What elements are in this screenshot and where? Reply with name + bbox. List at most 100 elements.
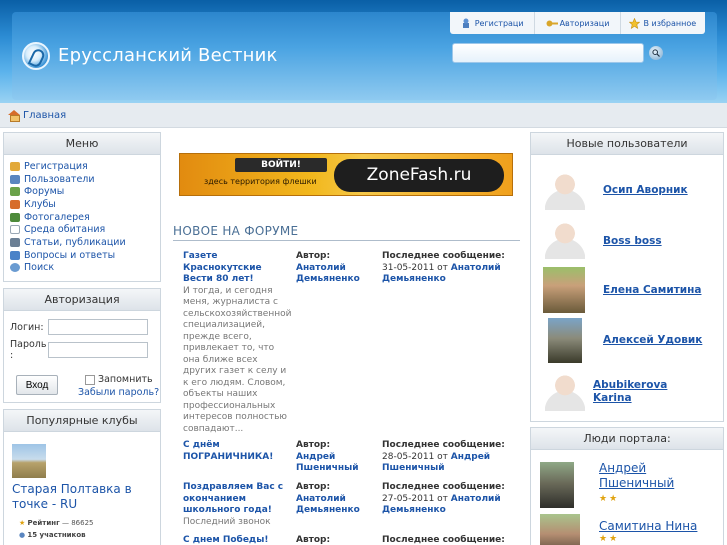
forums-icon [10,187,20,197]
topic-description: Последний звонок [183,516,271,527]
register-link[interactable]: Регистраци [450,12,536,34]
favorites-link[interactable]: В избранное [621,12,705,34]
members-icon: ● [19,531,26,539]
articles-icon [10,237,20,247]
menu-item-articles[interactable]: Статьи, публикации [10,236,154,249]
search-icon[interactable] [649,46,663,60]
topic-author-cell: Автор: Анатолий Демьяненко [296,251,360,285]
menu-list: Регистрация Пользователи Форумы Клубы Фо… [4,155,160,279]
top-links: Регистраци Авторизаци В избранное [450,12,705,34]
menu-item-forums[interactable]: Форумы [10,185,154,198]
user-row[interactable]: Алексей Удовик [531,318,727,363]
user-row[interactable]: Осип Аворник [531,170,727,214]
menu-item-photogallery[interactable]: Фотогалерея [10,211,154,224]
forum-section-title: НОВОЕ НА ФОРУМЕ [173,224,299,238]
rating-star-icon: ★ [19,519,26,527]
breadcrumb: Главная [0,103,727,128]
person-name-link[interactable]: Андрей Пшеничный [599,461,699,491]
topic-author-link[interactable]: Анатолий Демьяненко [296,494,360,516]
topic-title-cell: Поздравляем Вас с окончанием школьного г… [183,482,291,528]
user-name-link[interactable]: Boss boss [603,235,662,247]
forgot-password-link[interactable]: Забыли пароль? [78,387,159,398]
user-row[interactable]: Boss boss [531,219,727,263]
menu-title: Меню [4,133,160,155]
new-users-title: Новые пользователи [531,133,723,155]
avatar[interactable] [548,318,582,363]
club-name-link[interactable]: Старая Полтавка в точке - RU [12,482,152,512]
topic-title-cell: С днем Победы! [183,535,291,545]
photo-icon [10,212,20,222]
site-logo[interactable] [22,42,50,70]
search-input[interactable] [452,43,644,63]
avatar[interactable] [545,219,585,259]
site-title[interactable]: Еруссланский Вестник [58,45,278,66]
topic-author-cell: Автор: Анатолий Демьяненко [296,482,360,516]
banner-tagline: здесь территория флешки [204,177,317,186]
auth-form: Логин: Пароль : [4,311,160,373]
remember-label: Запомнить [98,374,153,385]
topic-link[interactable]: Поздравляем Вас с окончанием школьного г… [183,482,283,515]
topic-link[interactable]: С днем Победы! [183,535,268,545]
menu-item-qa[interactable]: Вопросы и ответы [10,249,154,262]
avatar[interactable] [543,267,585,313]
login-input[interactable] [48,319,148,335]
user-row[interactable]: Abubikerova Karina [531,371,727,415]
menu-item-search[interactable]: Поиск [10,262,154,275]
user-name-link[interactable]: Алексей Удовик [603,334,702,346]
topic-author-cell: Автор: Андрей Пшеничный [296,440,359,474]
remember-checkbox-box[interactable] [85,374,95,385]
clubs-title: Популярные клубы [4,410,160,432]
login-button[interactable]: Вход [16,375,58,395]
password-label: Пароль : [10,339,47,361]
topic-author-link[interactable]: Анатолий Демьяненко [296,263,360,285]
topic-author-cell: Автор: [296,535,331,545]
banner-brand[interactable]: ZoneFash.ru [334,159,504,192]
avatar[interactable] [545,170,585,210]
rank-stars-icon: ★★ [599,494,620,504]
banner-button[interactable]: ВОЙТИ! [235,158,327,172]
avatar[interactable] [540,462,574,508]
user-name-link[interactable]: Abubikerova Karina [593,379,685,405]
portal-people-title: Люди портала: [531,428,723,450]
auth-panel: Авторизация Логин: Пароль : Вход Запомни… [3,288,161,403]
topic-link[interactable]: С днём ПОГРАНИЧНИКА! [183,440,273,462]
topic-title-cell: Газете Краснокутские Вести 80 лет! И тог… [183,251,291,435]
club-image[interactable] [12,444,46,478]
header: Еруссланский Вестник Регистраци Авториза… [0,0,727,103]
topic-link[interactable]: Газете Краснокутские Вести 80 лет! [183,251,262,284]
user-name-link[interactable]: Елена Самитина [603,284,702,296]
forum-divider [173,240,520,241]
star-icon [629,17,641,29]
topic-last-cell: Последнее сообщение: 27-05-2011 от Анато… [382,482,505,515]
user-name-link[interactable]: Осип Аворник [603,184,688,196]
portal-people-panel: Люди портала: Андрей Пшеничный ★★ Самити… [530,427,724,545]
home-icon [8,110,20,122]
menu-item-habitat[interactable]: Среда обитания [10,223,154,236]
topic-last-cell: Последнее сообщение: [382,535,505,545]
login-label: Логин: [10,321,44,333]
breadcrumb-home-link[interactable]: Главная [23,110,66,121]
password-input[interactable] [48,342,148,358]
topic-description: И тогда, и сегодня меня, журналиста с се… [183,285,292,434]
topic-last-cell: Последнее сообщение: 28-05-2011 от Андре… [382,440,505,473]
menu-item-users[interactable]: Пользователи [10,173,154,186]
menu-item-clubs[interactable]: Клубы [10,198,154,211]
person-name-link[interactable]: Самитина Нина [599,519,709,534]
menu-item-registration[interactable]: Регистрация [10,160,154,173]
person-lock-icon [461,18,471,29]
avatar[interactable] [545,371,585,411]
users-icon [10,174,20,184]
topic-author-link[interactable]: Андрей Пшеничный [296,452,359,474]
qa-icon [10,250,20,260]
avatar[interactable] [540,514,580,545]
menu-panel: Меню Регистрация Пользователи Форумы Клу… [3,132,161,282]
club-meta: ★ Рейтинг — 86625 ● 15 участников [19,519,94,539]
user-row[interactable]: Елена Самитина [531,267,727,313]
auth-title: Авторизация [4,289,160,311]
ad-banner[interactable]: ВОЙТИ! здесь территория флешки ZoneFash.… [179,153,513,196]
rank-stars-icon: ★★ [599,534,620,544]
topic-last-cell: Последнее сообщение: 31-05-2011 от Анато… [382,251,505,284]
login-link[interactable]: Авторизаци [535,12,621,34]
plus-icon [10,225,20,235]
remember-checkbox[interactable]: Запомнить [85,374,153,385]
